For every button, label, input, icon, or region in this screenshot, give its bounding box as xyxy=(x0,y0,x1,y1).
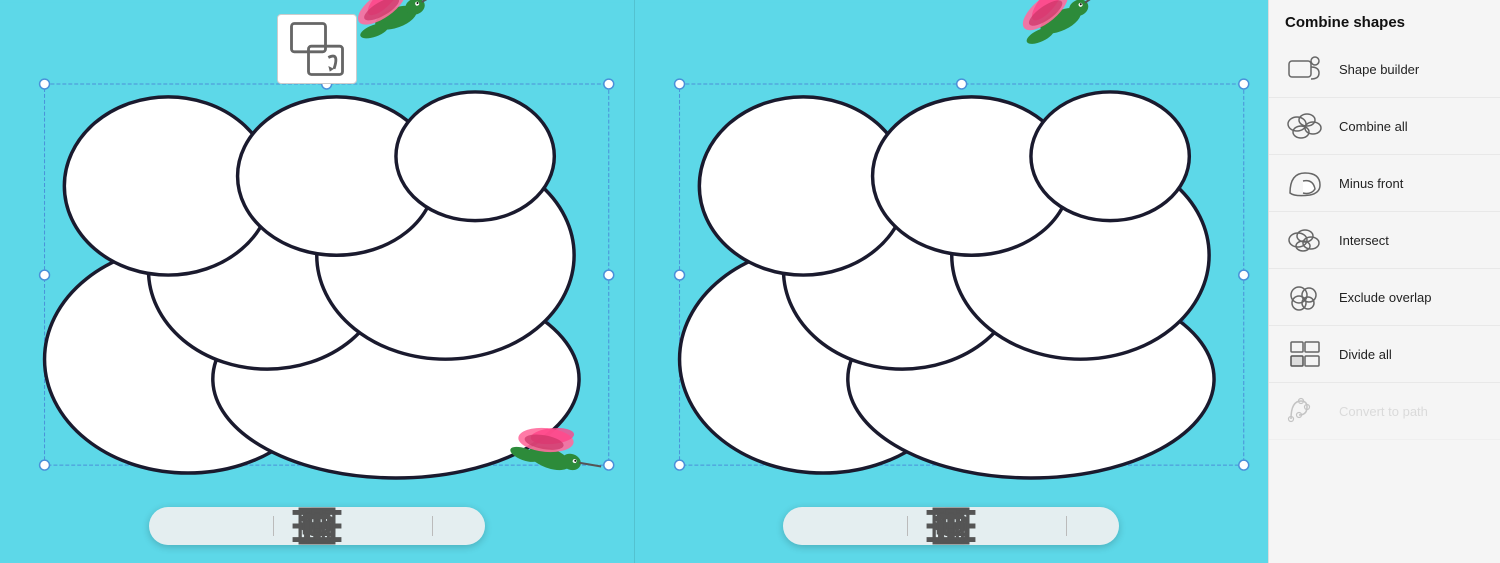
panel-item-intersect[interactable]: Intersect xyxy=(1269,212,1500,269)
trash-icon[interactable] xyxy=(447,515,469,537)
selection-tool-icon xyxy=(277,14,357,84)
combine-all-icon xyxy=(1285,108,1325,144)
combine-all-label: Combine all xyxy=(1339,119,1408,134)
right-panel: Combine shapes Shape builder Combine all xyxy=(1268,0,1500,563)
minus-front-icon xyxy=(1285,165,1325,201)
intersect-label: Intersect xyxy=(1339,233,1389,248)
trash-icon-2[interactable] xyxy=(1081,515,1103,537)
panel-item-divide-all[interactable]: Divide all xyxy=(1269,326,1500,383)
exclude-overlap-icon xyxy=(1285,279,1325,315)
panel-title: Combine shapes xyxy=(1269,0,1500,41)
exclude-overlap-label: Exclude overlap xyxy=(1339,290,1432,305)
panel-item-combine-all[interactable]: Combine all xyxy=(1269,98,1500,155)
intersect-icon xyxy=(1285,222,1325,258)
right-canvas[interactable] xyxy=(634,0,1269,563)
convert-to-path-icon xyxy=(1285,393,1325,429)
panel-item-minus-front[interactable]: Minus front xyxy=(1269,155,1500,212)
minus-front-label: Minus front xyxy=(1339,176,1403,191)
left-toolbar xyxy=(149,507,485,545)
panel-item-convert-to-path[interactable]: Convert to path xyxy=(1269,383,1500,440)
right-toolbar xyxy=(783,507,1119,545)
left-canvas[interactable] xyxy=(0,0,634,563)
convert-to-path-label: Convert to path xyxy=(1339,404,1428,419)
divide-all-label: Divide all xyxy=(1339,347,1392,362)
panel-item-exclude-overlap[interactable]: Exclude overlap xyxy=(1269,269,1500,326)
shape-builder-label: Shape builder xyxy=(1339,62,1419,77)
shape-builder-icon xyxy=(1285,51,1325,87)
divide-all-icon xyxy=(1285,336,1325,372)
panel-item-shape-builder[interactable]: Shape builder xyxy=(1269,41,1500,98)
